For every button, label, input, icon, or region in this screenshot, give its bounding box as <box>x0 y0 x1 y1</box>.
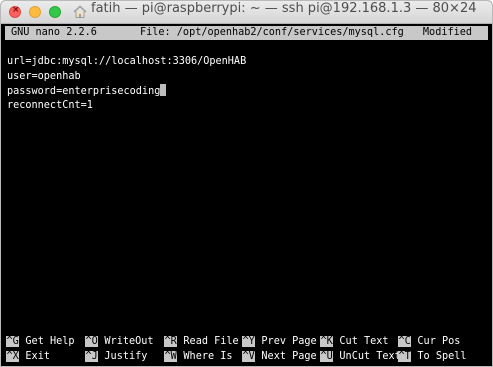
title-bar[interactable]: × fatih — pi@raspberrypi: ~ — ssh pi@192… <box>1 1 492 24</box>
shortcut-bar: ^G Get Help ^O WriteOut ^R Read File ^Y … <box>6 334 467 364</box>
shortcut-prev-page[interactable]: ^Y Prev Page <box>242 334 317 349</box>
shortcut-writeout[interactable]: ^O WriteOut <box>85 334 154 349</box>
home-icon <box>73 5 87 18</box>
shortcut-exit[interactable]: ^X Exit <box>6 349 50 364</box>
text-cursor <box>160 84 167 96</box>
shortcut-uncut-text[interactable]: ^U UnCut Text <box>320 349 401 364</box>
shortcut-read-file[interactable]: ^R Read File <box>164 334 239 349</box>
nano-title-bar: GNU nano 2.2.6 File: /opt/openhab2/conf/… <box>5 26 488 40</box>
zoom-button[interactable] <box>49 6 61 18</box>
window-title: fatih — pi@raspberrypi: ~ — ssh pi@192.1… <box>91 1 477 16</box>
close-button[interactable]: × <box>9 5 21 18</box>
shortcut-to-spell[interactable]: ^T To Spell <box>398 349 467 364</box>
shortcut-next-page[interactable]: ^V Next Page <box>242 349 317 364</box>
buffer-line-url: url=jdbc:mysql://localhost:3306/OpenHAB <box>7 56 247 67</box>
shortcut-row-1: ^G Get Help ^O WriteOut ^R Read File ^Y … <box>6 334 460 349</box>
nano-version: GNU nano 2.2.6 <box>11 27 97 38</box>
shortcut-cur-pos[interactable]: ^C Cur Pos <box>398 334 460 349</box>
shortcut-justify[interactable]: ^J Justify <box>85 349 147 364</box>
shortcut-cut-text[interactable]: ^K Cut Text <box>320 334 389 349</box>
shortcut-get-help[interactable]: ^G Get Help <box>6 334 75 349</box>
shortcut-row-2: ^X Exit ^J Justify ^W Where Is ^V Next P… <box>6 349 467 364</box>
buffer-line-reconnect: reconnectCnt=1 <box>7 99 93 111</box>
buffer-line-password: password=enterprisecoding <box>7 84 246 99</box>
terminal-content[interactable]: GNU nano 2.2.6 File: /opt/openhab2/conf/… <box>1 24 492 366</box>
terminal-window: × fatih — pi@raspberrypi: ~ — ssh pi@192… <box>0 0 493 367</box>
buffer-line-user: user=openhab <box>7 70 81 82</box>
minimize-button[interactable] <box>29 6 41 18</box>
modified-status: Modified <box>422 27 472 38</box>
close-icon: × <box>12 5 20 15</box>
file-path: File: /opt/openhab2/conf/services/mysql.… <box>140 27 404 38</box>
shortcut-where-is[interactable]: ^W Where Is <box>164 349 233 364</box>
editor-buffer[interactable]: url=jdbc:mysql://localhost:3306/OpenHAB … <box>7 55 246 113</box>
